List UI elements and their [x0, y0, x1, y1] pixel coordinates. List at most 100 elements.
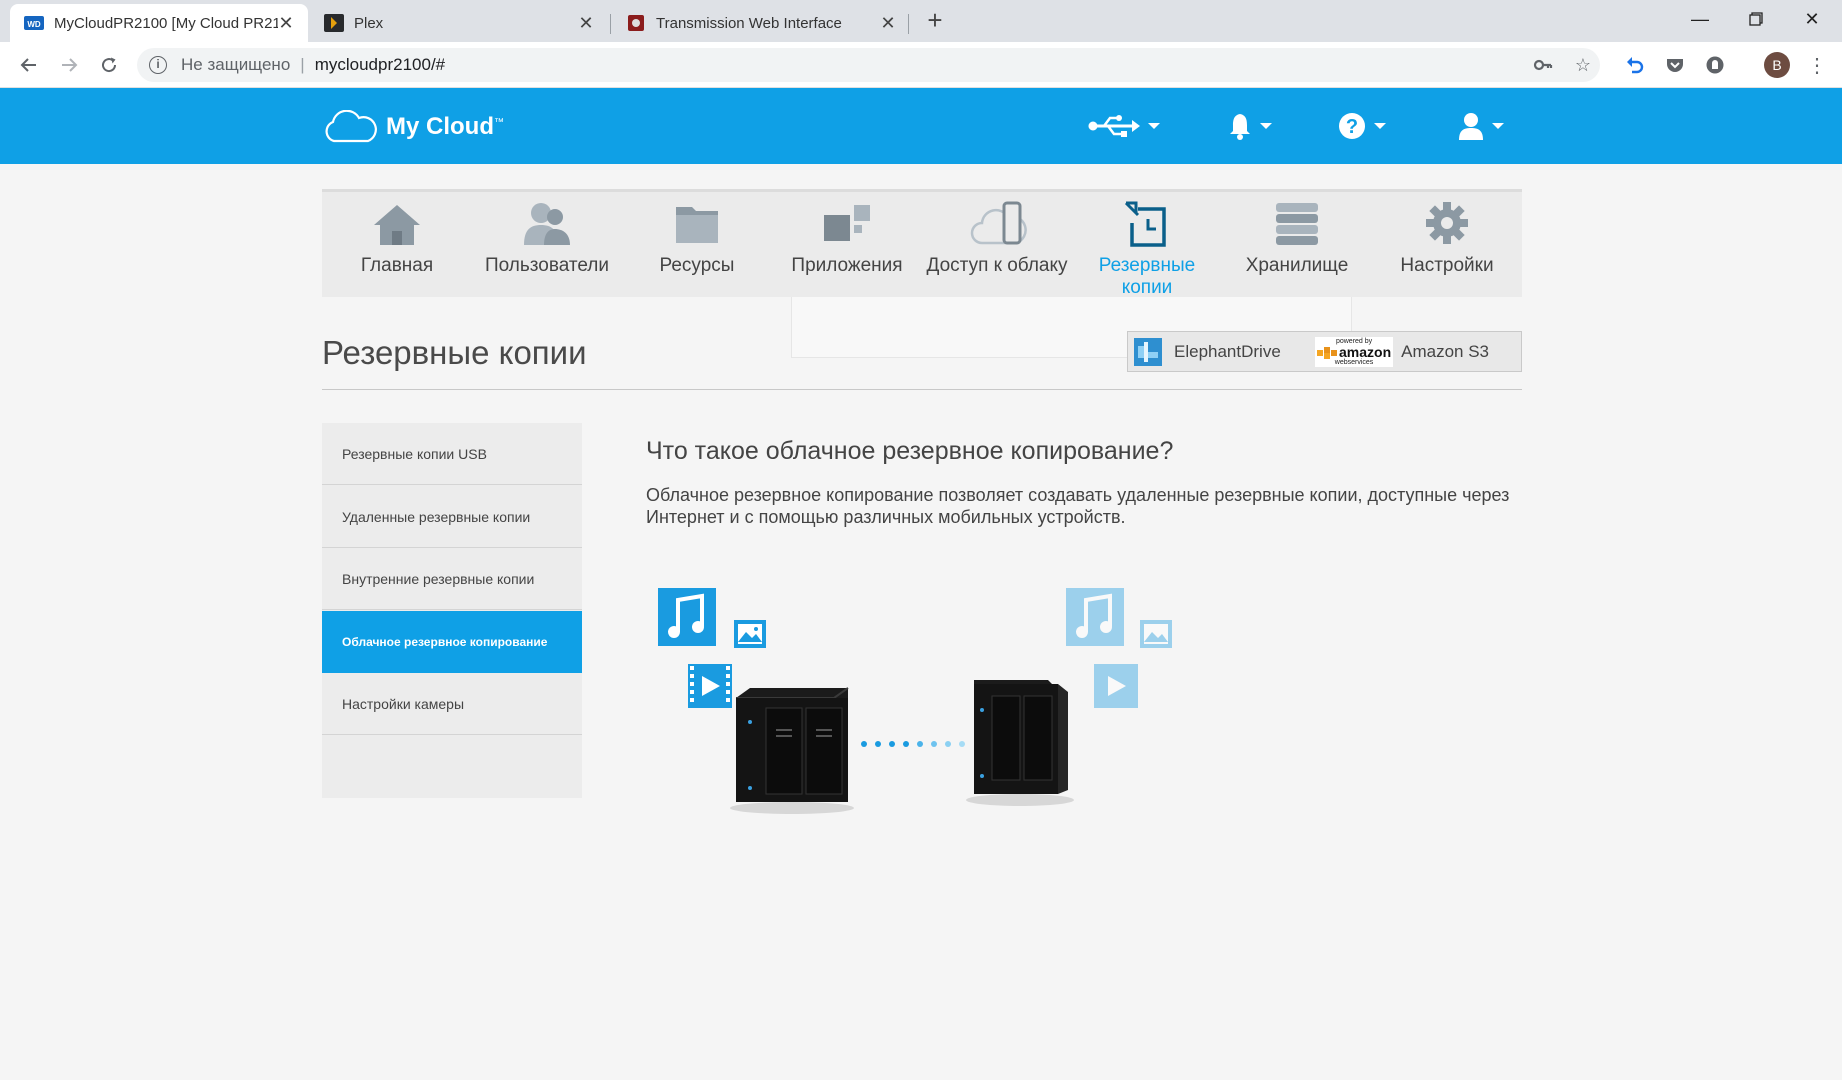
nav-label: Хранилище: [1245, 255, 1349, 276]
forward-button[interactable]: [54, 50, 84, 80]
nav-label: Настройки: [1400, 255, 1494, 276]
aws-logo-row: amazon: [1317, 345, 1391, 359]
close-window-button[interactable]: ✕: [1784, 0, 1840, 38]
chevron-down-icon: [1148, 123, 1160, 129]
nav-label: Пользователи: [484, 255, 609, 276]
logo[interactable]: My Cloud™: [322, 110, 504, 144]
plex-icon: [324, 14, 344, 32]
nav-item-storage[interactable]: Хранилище: [1222, 192, 1372, 300]
settings-icon: [1426, 202, 1468, 244]
usb-menu[interactable]: [1088, 108, 1160, 144]
browser-tab-bar: WD MyCloudPR2100 [My Cloud PR2100] ✕ Ple…: [0, 0, 1842, 42]
url-text: mycloudpr2100/#: [314, 55, 446, 74]
sidebar-item-internal-backups[interactable]: Внутренние резервные копии: [322, 548, 582, 610]
nav-item-apps[interactable]: Приложения: [772, 192, 922, 300]
address-divider: |: [300, 55, 305, 74]
transmission-icon: [628, 15, 644, 31]
close-tab-icon[interactable]: ✕: [278, 13, 294, 34]
nav-item-users[interactable]: Пользователи: [472, 192, 622, 300]
bell-icon: [1230, 114, 1250, 140]
menu-dots-icon[interactable]: ⋮: [1804, 52, 1830, 78]
trademark-mark: ™: [494, 117, 504, 128]
storage-icon: [1276, 203, 1318, 245]
restore-icon: [1749, 12, 1763, 26]
music-icon-faded: [1066, 588, 1124, 646]
chevron-down-icon: [1374, 123, 1386, 129]
nav-item-home[interactable]: Главная: [322, 192, 472, 300]
elephantdrive-label: ElephantDrive: [1174, 341, 1281, 361]
nav-label: Резервные копии: [1098, 255, 1196, 298]
chevron-down-icon: [1492, 123, 1504, 129]
chevron-down-icon: [1260, 123, 1272, 129]
image-icon-faded: [1140, 620, 1172, 648]
nav-item-settings[interactable]: Настройки: [1372, 192, 1522, 300]
notifications-menu[interactable]: [1228, 108, 1272, 144]
svg-text:WD: WD: [27, 20, 41, 29]
nav-label: Ресурсы: [659, 255, 735, 276]
aws-cubes-icon: [1317, 346, 1337, 359]
pocket-icon[interactable]: [1662, 52, 1688, 78]
cloud-backup-illustration: [658, 588, 1172, 814]
amazon-s3-button[interactable]: powered by amazon webservices Amazon S3: [1307, 331, 1522, 372]
tab-separator: [908, 14, 909, 34]
browser-tab-mycloud[interactable]: WD MyCloudPR2100 [My Cloud PR2100] ✕: [10, 4, 308, 42]
video-icon-faded: [1094, 664, 1138, 708]
minimize-button[interactable]: —: [1672, 0, 1728, 38]
close-tab-icon[interactable]: ✕: [578, 13, 594, 34]
nav-label: Приложения: [791, 255, 903, 276]
tab-title: MyCloudPR2100 [My Cloud PR2100]: [54, 14, 278, 32]
app-header: My Cloud™ ?: [0, 88, 1842, 164]
sidebar-item-cloud-backup[interactable]: Облачное резервное копирование: [322, 611, 582, 673]
wd-icon: WD: [24, 16, 44, 30]
aws-logo-sub: webservices: [1334, 358, 1374, 366]
extension-icon[interactable]: [1702, 52, 1728, 78]
elephantdrive-button[interactable]: ElephantDrive: [1127, 331, 1308, 372]
usb-icon: [1088, 115, 1140, 137]
undo-icon[interactable]: [1622, 52, 1648, 78]
apps-icon: [824, 205, 870, 241]
users-icon: [524, 203, 570, 245]
nav-item-cloud-access[interactable]: Доступ к облаку: [922, 192, 1072, 300]
close-tab-icon[interactable]: ✕: [880, 13, 896, 34]
aws-logo-text: amazon: [1339, 343, 1392, 360]
security-label: Не защищено: [181, 55, 291, 74]
help-menu[interactable]: ?: [1338, 108, 1386, 144]
arrow-right-icon: [62, 58, 78, 72]
content-heading: Что такое облачное резервное копирование…: [646, 437, 1174, 465]
reload-button[interactable]: [94, 50, 124, 80]
video-icon: [688, 664, 732, 708]
nas-device-right-icon: [966, 680, 1074, 806]
nav-label: Доступ к облаку: [926, 255, 1068, 276]
browser-tab-plex[interactable]: Plex ✕: [310, 4, 608, 42]
browser-tab-transmission[interactable]: Transmission Web Interface ✕: [612, 4, 910, 42]
profile-avatar[interactable]: B: [1764, 52, 1790, 78]
sidebar-item-remote-backups[interactable]: Удаленные резервные копии: [322, 486, 582, 548]
new-tab-button[interactable]: +: [920, 6, 950, 36]
nas-device-left-icon: [730, 687, 854, 814]
restore-button[interactable]: [1728, 0, 1784, 38]
nav-label: Главная: [360, 255, 434, 276]
nav-item-backups[interactable]: Резервные копии: [1072, 192, 1222, 300]
star-icon[interactable]: ☆: [1570, 52, 1596, 78]
elephantdrive-icon: [1134, 337, 1162, 366]
help-icon: ?: [1339, 113, 1365, 139]
info-icon[interactable]: i: [149, 56, 167, 74]
cloud-access-icon: [970, 201, 1027, 245]
logo-name: My Cloud: [386, 113, 494, 140]
logo-text: My Cloud™: [386, 113, 504, 141]
back-button[interactable]: [14, 50, 44, 80]
address-bar[interactable]: i Не защищено | mycloudpr2100/#: [137, 48, 1600, 82]
folder-icon: [676, 207, 718, 243]
key-icon[interactable]: [1530, 52, 1556, 78]
connection-dots: [861, 741, 965, 747]
main-nav: Главная Пользователи Ресурсы Приложения …: [322, 189, 1522, 300]
sidebar-item-usb-backups[interactable]: Резервные копии USB: [322, 423, 582, 485]
nav-item-shares[interactable]: Ресурсы: [622, 192, 772, 300]
cloud-logo-icon: [325, 110, 377, 143]
sidebar-item-camera-settings[interactable]: Настройки камеры: [322, 673, 582, 735]
content-description: Облачное резервное копирование позволяет…: [646, 485, 1510, 527]
pocket-glyph: [1667, 59, 1683, 72]
arrow-left-icon: [20, 58, 36, 72]
key-glyph: [1533, 59, 1553, 71]
user-menu[interactable]: [1458, 108, 1504, 144]
